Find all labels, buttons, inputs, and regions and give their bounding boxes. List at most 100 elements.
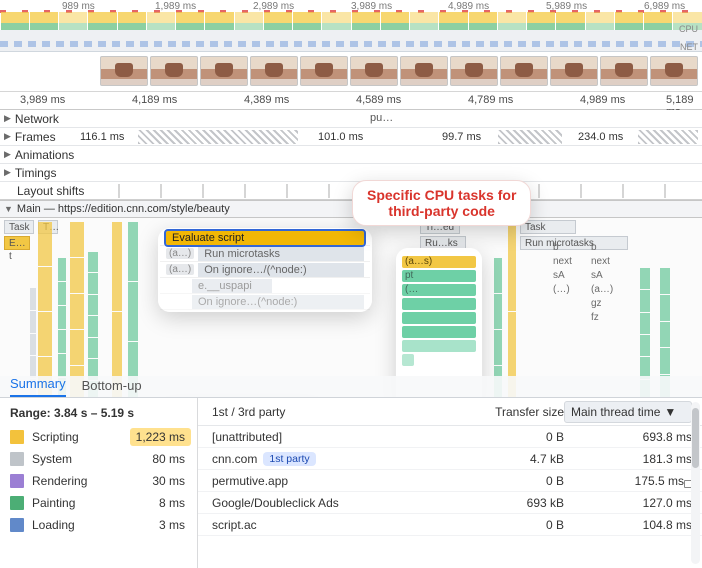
timeline-ruler[interactable]: 3,989 ms 4,189 ms 4,389 ms 4,589 ms 4,78… (0, 92, 702, 110)
table-header-row: 1st / 3rd party Transfer size Main threa… (198, 398, 702, 426)
disclosure-triangle-icon[interactable]: ▶ (4, 149, 11, 160)
filmstrip-thumb[interactable] (300, 56, 348, 86)
thread-time: 181.3 ms (564, 452, 692, 466)
summary-cat-label: Painting (32, 496, 75, 510)
swatch-icon (10, 430, 24, 444)
flame-event[interactable]: (a…s) (402, 256, 476, 268)
screenshot-filmstrip[interactable] (0, 52, 702, 92)
partial-frame (638, 130, 698, 144)
track-main[interactable]: ▼ Main — https://edition.cnn.com/style/b… (0, 200, 702, 218)
track-label: Animations (15, 148, 74, 162)
table-row[interactable]: [unattributed] 0 B 693.8 ms (198, 426, 702, 448)
overview-minimap[interactable]: 989 ms 1,989 ms 2,989 ms 3,989 ms 4,989 … (0, 0, 702, 52)
tab-summary[interactable]: Summary (10, 372, 66, 397)
flame-event-on-ignore[interactable]: On ignore…(^node:) (192, 295, 364, 309)
filmstrip-thumb[interactable] (550, 56, 598, 86)
track-label: Frames (15, 130, 56, 144)
flame-event[interactable]: pt (402, 270, 476, 282)
filmstrip-thumb[interactable] (450, 56, 498, 86)
flame-event-anon[interactable]: (a…) (166, 248, 194, 259)
ov-ms: 4,989 ms (448, 1, 489, 12)
flame-event-on-ignore[interactable]: On ignore…/(^node:) (198, 263, 364, 277)
ruler-tick: 4,189 ms (132, 94, 177, 106)
summary-cat-painting[interactable]: Painting 8 ms (10, 492, 191, 514)
col-main-thread-time[interactable]: Main thread time ▼ (564, 401, 692, 423)
disclosure-triangle-icon[interactable]: ▶ (4, 167, 11, 178)
transfer-size: 4.7 kB (472, 452, 564, 466)
summary-cat-loading[interactable]: Loading 3 ms (10, 514, 191, 536)
network-entry: pu… (370, 112, 393, 124)
filmstrip-thumb[interactable] (250, 56, 298, 86)
third-party-table: 1st / 3rd party Transfer size Main threa… (198, 398, 702, 568)
thread-time: 127.0 ms (564, 496, 692, 510)
filmstrip-thumb[interactable] (350, 56, 398, 86)
swatch-icon (10, 474, 24, 488)
flame-event[interactable] (402, 354, 414, 366)
filmstrip-thumb[interactable] (400, 56, 448, 86)
track-network[interactable]: ▶ Network pu… (0, 110, 702, 128)
col-party[interactable]: 1st / 3rd party (212, 405, 472, 419)
scroll-thumb[interactable] (692, 408, 699, 468)
disclosure-triangle-icon[interactable]: ▼ (4, 204, 13, 214)
track-frames[interactable]: ▶ Frames 116.1 ms 101.0 ms 99.7 ms 234.0… (0, 128, 702, 146)
flame-event-anon[interactable]: (a…) (166, 264, 194, 275)
party-name: script.ac (212, 518, 257, 532)
summary-cat-rendering[interactable]: Rendering 30 ms (10, 470, 191, 492)
ov-ms: 5,989 ms (546, 1, 587, 12)
flame-event[interactable] (402, 326, 476, 338)
filmstrip-thumb[interactable] (600, 56, 648, 86)
frame-duration: 116.1 ms (78, 131, 126, 143)
thread-time: 175.5 ms (564, 474, 692, 488)
summary-cat-system[interactable]: System 80 ms (10, 448, 191, 470)
net-label: NET (680, 42, 698, 52)
col-transfer-size[interactable]: Transfer size (472, 405, 564, 419)
disclosure-triangle-icon[interactable]: ▶ (4, 131, 11, 142)
table-row[interactable]: Google/Doubleclick Ads 693 kB 127.0 ms (198, 492, 702, 514)
flame-event-evaluate-script[interactable]: Evaluate script (166, 231, 364, 245)
summary-cat-label: Scripting (32, 430, 79, 444)
flame-event[interactable] (402, 340, 476, 352)
ov-ms: 1,989 ms (155, 1, 196, 12)
flame-event[interactable] (402, 298, 476, 310)
task-chip[interactable]: Task (4, 220, 34, 234)
disclosure-triangle-icon[interactable]: ▶ (4, 113, 11, 124)
summary-cat-value: 1,223 ms (130, 428, 191, 446)
party-name: [unattributed] (212, 430, 282, 444)
track-label: Layout shifts (17, 184, 84, 198)
flame-event-run-microtasks[interactable]: Run microtasks (198, 247, 364, 261)
summary-cat-value: 80 ms (146, 450, 191, 468)
transfer-size: 0 B (472, 518, 564, 532)
task-chip[interactable]: Ti…ed (420, 220, 460, 234)
track-timings[interactable]: ▶ Timings (0, 164, 702, 182)
task-chip[interactable]: Task (520, 220, 576, 234)
event-chip[interactable]: E…t (4, 236, 30, 250)
filmstrip-thumb[interactable] (150, 56, 198, 86)
swatch-icon (10, 452, 24, 466)
summary-cat-value: 3 ms (153, 516, 191, 534)
summary-cat-label: Loading (32, 518, 75, 532)
track-animations[interactable]: ▶ Animations (0, 146, 702, 164)
frame-duration: 234.0 ms (576, 131, 625, 143)
table-row[interactable]: cnn.com 1st party 4.7 kB 181.3 ms (198, 448, 702, 470)
tab-bottom-up[interactable]: Bottom-up (82, 374, 142, 397)
ov-ms: 6,989 ms (644, 1, 685, 12)
first-party-badge: 1st party (263, 452, 315, 466)
table-row[interactable]: permutive.app 0 B 175.5 ms (198, 470, 702, 492)
track-label: Network (15, 112, 59, 126)
vertical-scrollbar[interactable] (691, 402, 700, 564)
transfer-size: 0 B (472, 474, 564, 488)
filmstrip-thumb[interactable] (500, 56, 548, 86)
task-chip[interactable]: Ru…ks (420, 236, 466, 250)
flame-event[interactable] (402, 312, 476, 324)
summary-cat-value: 8 ms (153, 494, 191, 512)
flame-event[interactable]: (… (402, 284, 476, 296)
partial-frame (138, 130, 298, 144)
layout-shift-markers (78, 184, 702, 198)
filmstrip-thumb[interactable] (650, 56, 698, 86)
filmstrip-thumb[interactable] (100, 56, 148, 86)
flame-event-uspapi[interactable]: e.__uspapi (192, 279, 272, 293)
summary-cat-scripting[interactable]: Scripting 1,223 ms (10, 426, 191, 448)
table-row[interactable]: script.ac 0 B 104.8 ms (198, 514, 702, 536)
filmstrip-thumb[interactable] (200, 56, 248, 86)
track-layout-shifts[interactable]: Layout shifts (0, 182, 702, 200)
